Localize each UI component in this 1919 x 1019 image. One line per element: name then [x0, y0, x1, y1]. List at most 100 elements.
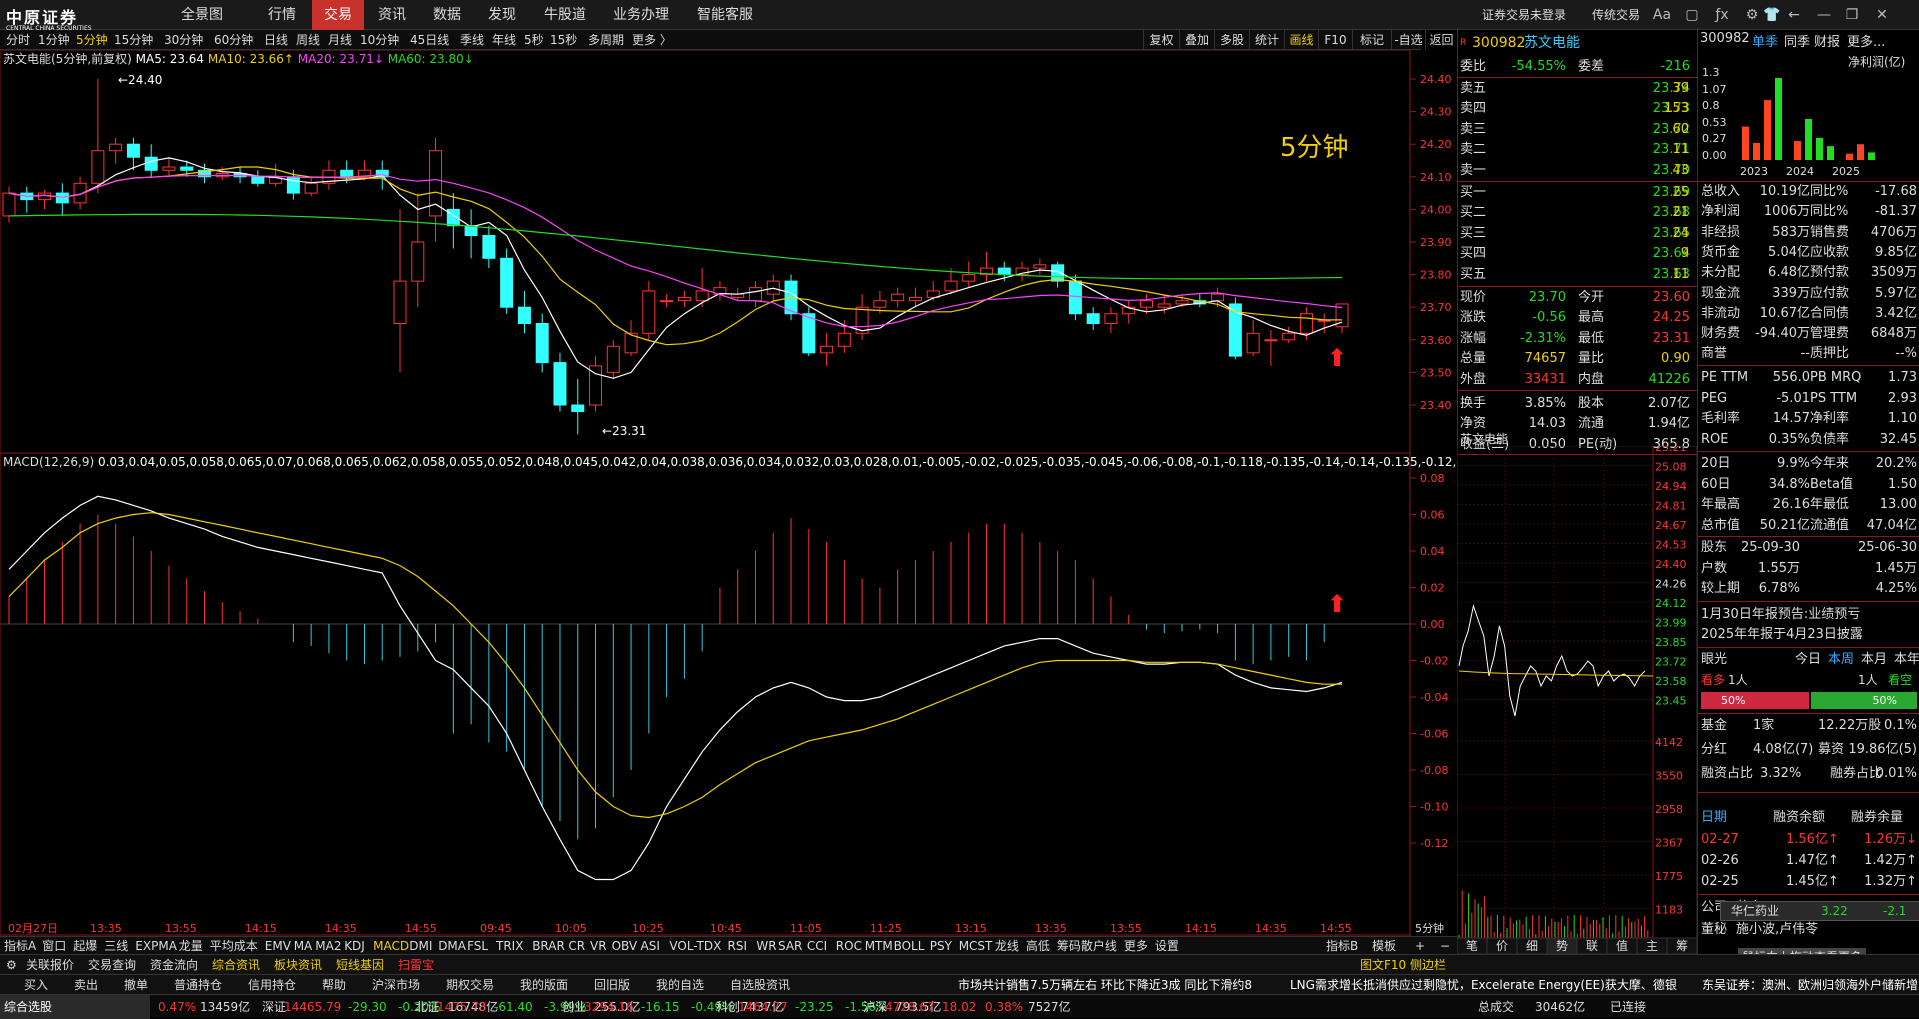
indicator-29[interactable]: PSY [930, 937, 952, 955]
indicator-14[interactable]: FSL [467, 937, 488, 955]
chart-tool-3[interactable]: 统计 [1249, 30, 1284, 50]
chart-tool-7[interactable]: -自选 [1391, 30, 1425, 50]
mini-tab-label[interactable]: 势 [1556, 939, 1568, 953]
screener-tab[interactable]: 综合选股 [0, 995, 150, 1019]
mini-tab-label[interactable]: 联 [1586, 939, 1598, 953]
period-16[interactable]: 更多 〉 [632, 30, 672, 50]
notice-2[interactable]: 2025年年报于4月23日披露 [1701, 625, 1919, 645]
bottom-tool-0[interactable]: 买入 [24, 975, 48, 995]
chart-tool-8[interactable]: 返回 [1425, 30, 1457, 50]
fin-tab-1[interactable]: 同季 [1784, 31, 1810, 50]
indicator-15[interactable]: TRIX [496, 937, 523, 955]
indicator-16[interactable]: BRAR [532, 937, 565, 955]
indicator-28[interactable]: BOLL [894, 937, 925, 955]
menu-6[interactable]: 牛股道 [535, 0, 595, 30]
indicator-10[interactable]: KDJ [344, 937, 365, 955]
chart-tool-0[interactable]: 复权 [1143, 30, 1179, 50]
tool-3[interactable]: 综合资讯 [212, 955, 260, 975]
restore-icon[interactable]: ❐ [1842, 5, 1862, 25]
period-14[interactable]: 15秒 [550, 30, 577, 50]
menu-8[interactable]: 智能客服 [687, 0, 763, 30]
period-10[interactable]: 45日线 [410, 30, 449, 50]
indicator-34[interactable]: 更多 [1124, 937, 1148, 955]
indicator-1[interactable]: 窗口 [42, 937, 66, 955]
minus-icon[interactable]: − [1440, 937, 1450, 955]
menu-4[interactable]: 数据 [422, 0, 472, 30]
indicator-18[interactable]: VR [590, 937, 607, 955]
indicator-23[interactable]: WR [756, 937, 776, 955]
indicator-6[interactable]: 平均成本 [210, 937, 258, 955]
period-8[interactable]: 月线 [328, 30, 352, 50]
bottom-tool-7[interactable]: 期权交易 [446, 975, 494, 995]
menu-2[interactable]: 交易 [312, 0, 364, 30]
period-1[interactable]: 1分钟 [38, 30, 70, 50]
indicator-20[interactable]: ASI [641, 937, 660, 955]
mini-tab-label[interactable]: 值 [1616, 938, 1628, 953]
period-9[interactable]: 10分钟 [360, 30, 399, 50]
bottom-tool-9[interactable]: 回旧版 [594, 975, 630, 995]
fin-tab-3[interactable]: 更多... [1847, 31, 1885, 50]
tool-6[interactable]: 扫雷宝 [398, 955, 434, 975]
indicator-24[interactable]: SAR [778, 937, 802, 955]
menu-3[interactable]: 资讯 [367, 0, 417, 30]
indicator-30[interactable]: MCST [959, 937, 993, 955]
indicator-35[interactable]: 设置 [1155, 937, 1179, 955]
period-12[interactable]: 年线 [492, 30, 516, 50]
indicator-9[interactable]: MA2 [315, 937, 341, 955]
chart-tool-4[interactable]: 画线 [1284, 30, 1318, 50]
bottom-tool-11[interactable]: 自选股资讯 [730, 975, 790, 995]
period-2[interactable]: 5分钟 [76, 30, 108, 50]
gear-icon[interactable]: ⚙ [1742, 5, 1762, 25]
chart-tool-2[interactable]: 多股 [1214, 30, 1249, 50]
tool-0[interactable]: 关联报价 [26, 955, 74, 975]
settings-icon[interactable]: ⚙ [6, 955, 17, 975]
indicator-21[interactable]: VOL-TDX [669, 937, 721, 955]
period-4[interactable]: 30分钟 [164, 30, 203, 50]
period-0[interactable]: 分时 [6, 30, 30, 50]
fin-tab-2[interactable]: 财报 [1814, 31, 1840, 50]
window-icon[interactable]: ▢ [1682, 5, 1702, 25]
bottom-tool-5[interactable]: 帮助 [322, 975, 346, 995]
mini-tab-label[interactable]: 笔 [1466, 938, 1478, 953]
mini-tab-label[interactable]: 价 [1496, 939, 1508, 953]
period-7[interactable]: 周线 [296, 30, 320, 50]
bottom-tool-8[interactable]: 我的版面 [520, 975, 568, 995]
fx-icon[interactable]: ƒx [1712, 5, 1732, 25]
tool-4[interactable]: 板块资讯 [274, 955, 322, 975]
indicator-17[interactable]: CR [568, 937, 585, 955]
indicator-22[interactable]: RSI [728, 937, 748, 955]
indicator-8[interactable]: MA [294, 937, 313, 955]
bottom-tool-6[interactable]: 沪深市场 [372, 975, 420, 995]
indicator-26[interactable]: ROC [836, 937, 862, 955]
kline-chart[interactable]: 24.40 24.30 24.20 24.10 24.00 23.90 23.80 23.70… [0, 50, 1457, 936]
menu-5[interactable]: 发现 [477, 0, 527, 30]
bottom-tool-3[interactable]: 普通持仓 [174, 975, 222, 995]
bottom-tool-2[interactable]: 撤单 [124, 975, 148, 995]
chart-tool-5[interactable]: F10 [1318, 30, 1352, 50]
indicator-2[interactable]: 起爆 [73, 937, 97, 955]
fin-tab-0[interactable]: 单季 [1752, 31, 1778, 50]
mini-tab-label[interactable]: 主 [1646, 939, 1658, 953]
indicator-25[interactable]: CCI [807, 937, 827, 955]
menu-0[interactable]: 全景图 [177, 0, 227, 30]
minimize-icon[interactable]: — [1814, 5, 1834, 25]
news-ticker-1[interactable]: 市场共计销售7.5万辆左右 环比下降近3成 同比下滑约8 [958, 975, 1252, 995]
indicator-32[interactable]: 高低 [1026, 937, 1050, 955]
indicator-b[interactable]: 指标B [1326, 937, 1358, 955]
menu-1[interactable]: 行情 [257, 0, 307, 30]
bottom-tool-4[interactable]: 信用持仓 [248, 975, 296, 995]
indicator-11[interactable]: MACD [373, 937, 409, 955]
mini-intraday-chart[interactable]: 25.21 25.08 24.94 24.81 24.67 24.53 24.40 24.26… [1457, 446, 1697, 954]
indicator-5[interactable]: 龙量 [179, 937, 203, 955]
chart-tool-6[interactable]: 标记 [1352, 30, 1391, 50]
shirt-icon[interactable]: 👕 [1762, 5, 1782, 25]
font-size-icon[interactable]: Aa [1652, 5, 1672, 25]
tool-5[interactable]: 短线基因 [336, 955, 384, 975]
traditional-trade-link[interactable]: 传统交易 [1592, 0, 1640, 30]
indicator-4[interactable]: EXPMA [135, 937, 177, 955]
chart-tool-1[interactable]: 叠加 [1179, 30, 1214, 50]
period-15[interactable]: 多周期 [588, 30, 624, 50]
indicator-0[interactable]: 指标A [4, 937, 36, 955]
close-icon[interactable]: ✕ [1872, 5, 1892, 25]
indicator-13[interactable]: DMA [438, 937, 466, 955]
